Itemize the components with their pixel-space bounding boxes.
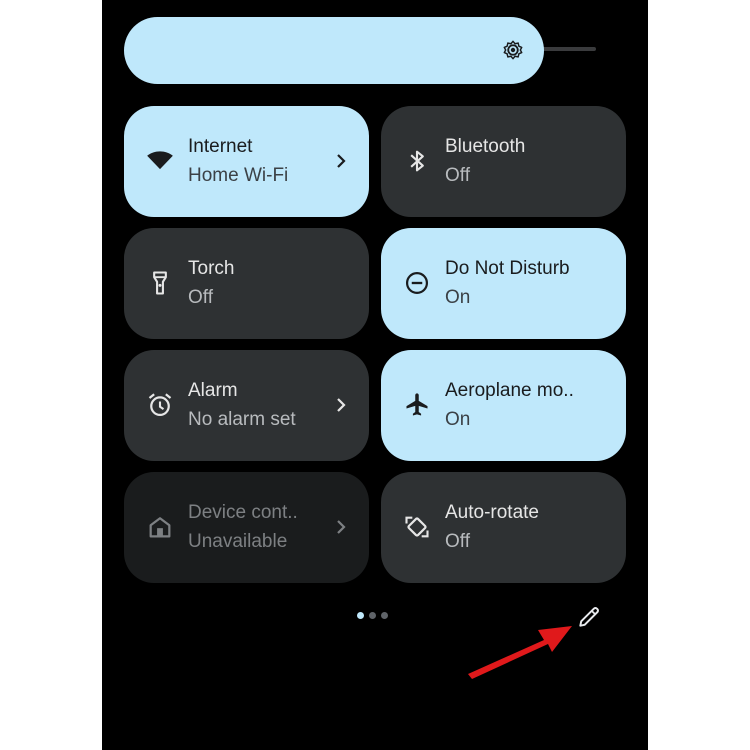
auto-rotate-icon — [405, 516, 429, 538]
tile-label: Do Not Disturb — [445, 258, 570, 279]
tile-label: Alarm — [188, 380, 238, 401]
wifi-icon — [147, 151, 173, 170]
do-not-disturb-icon — [405, 271, 429, 295]
tile-status: Unavailable — [188, 531, 288, 552]
bluetooth-icon — [410, 150, 424, 172]
tile-label: Device cont.. — [188, 502, 298, 523]
tile-status: Home Wi-Fi — [188, 165, 289, 186]
page-dot — [381, 612, 388, 619]
tile-label: Bluetooth — [445, 136, 526, 157]
tile-do-not-disturb[interactable]: Do Not Disturb On — [381, 228, 626, 339]
chevron-right-icon — [337, 398, 346, 412]
tile-aeroplane-mode[interactable]: Aeroplane mo.. On — [381, 350, 626, 461]
brightness-slider[interactable] — [124, 17, 544, 84]
tile-status: Off — [445, 531, 470, 552]
tile-label: Internet — [188, 136, 253, 157]
tile-device-controls[interactable]: Device cont.. Unavailable — [124, 472, 369, 583]
tile-status: No alarm set — [188, 409, 296, 430]
tile-label: Aeroplane mo.. — [445, 380, 574, 401]
annotation-arrow — [468, 626, 572, 679]
tile-label: Torch — [188, 258, 235, 279]
brightness-icon — [503, 40, 523, 60]
torch-icon — [153, 271, 167, 295]
brightness-slider-track[interactable] — [542, 47, 596, 51]
tile-label: Auto-rotate — [445, 502, 539, 523]
chevron-right-icon — [337, 154, 346, 168]
tile-status: On — [445, 409, 471, 430]
quick-settings-panel: Internet Home Wi-Fi Bluetooth Off Torch … — [102, 0, 648, 750]
home-icon — [149, 517, 171, 538]
tile-bluetooth[interactable]: Bluetooth Off — [381, 106, 626, 217]
airplane-icon — [406, 393, 428, 416]
chevron-right-icon — [337, 520, 346, 534]
tile-status: Off — [445, 165, 470, 186]
alarm-icon — [148, 393, 172, 417]
tile-status: On — [445, 287, 471, 308]
tile-alarm[interactable]: Alarm No alarm set — [124, 350, 369, 461]
tile-auto-rotate[interactable]: Auto-rotate Off — [381, 472, 626, 583]
page-dot — [357, 612, 364, 619]
page-dot — [369, 612, 376, 619]
tile-internet[interactable]: Internet Home Wi-Fi — [124, 106, 369, 217]
tile-torch[interactable]: Torch Off — [124, 228, 369, 339]
tile-status: Off — [188, 287, 213, 308]
